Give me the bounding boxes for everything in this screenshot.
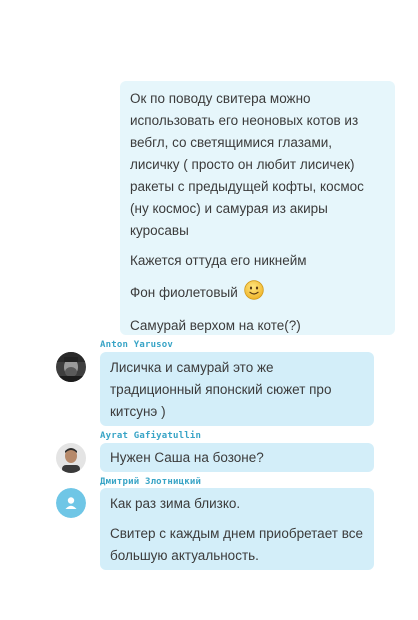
default-user-avatar-icon[interactable] xyxy=(56,488,86,518)
message-bubble-incoming: Нужен Саша на бозоне? xyxy=(100,443,374,472)
avatar[interactable] xyxy=(56,443,86,473)
message-text: Фон фиолетовый xyxy=(130,285,238,301)
message-text: Как раз зима близко. xyxy=(110,496,241,511)
avatar[interactable] xyxy=(56,352,86,382)
message-text: Свитер с каждым днем приобретает все бол… xyxy=(110,526,363,563)
message-bubble-outgoing: Ок по поводу свитера можно использовать … xyxy=(120,81,395,335)
slightly-smiling-face-icon xyxy=(243,280,264,307)
message-text: Самурай верхом на коте(?) xyxy=(130,318,301,333)
message-bubble-incoming: Лисичка и самурай это же традиционный яп… xyxy=(100,352,374,426)
message-text: Лисичка и самурай это же традиционный яп… xyxy=(110,360,332,419)
sender-name[interactable]: Ayrat Gafiyatullin xyxy=(100,431,201,441)
message-text: Ок по поводу свитера можно использовать … xyxy=(130,91,364,238)
message-bubble-incoming: Как раз зима близко. Свитер с каждым дне… xyxy=(100,488,374,570)
sender-name[interactable]: Дмитрий Злотницкий xyxy=(100,477,201,487)
message-text: Кажется оттуда его никнейм xyxy=(130,253,307,268)
message-text: Нужен Саша на бозоне? xyxy=(110,450,264,465)
chat-history: Ок по поводу свитера можно использовать … xyxy=(0,0,418,620)
sender-name[interactable]: Anton Yarusov xyxy=(100,340,173,350)
message-text-with-emoji: Фон фиолетовый xyxy=(130,280,385,307)
